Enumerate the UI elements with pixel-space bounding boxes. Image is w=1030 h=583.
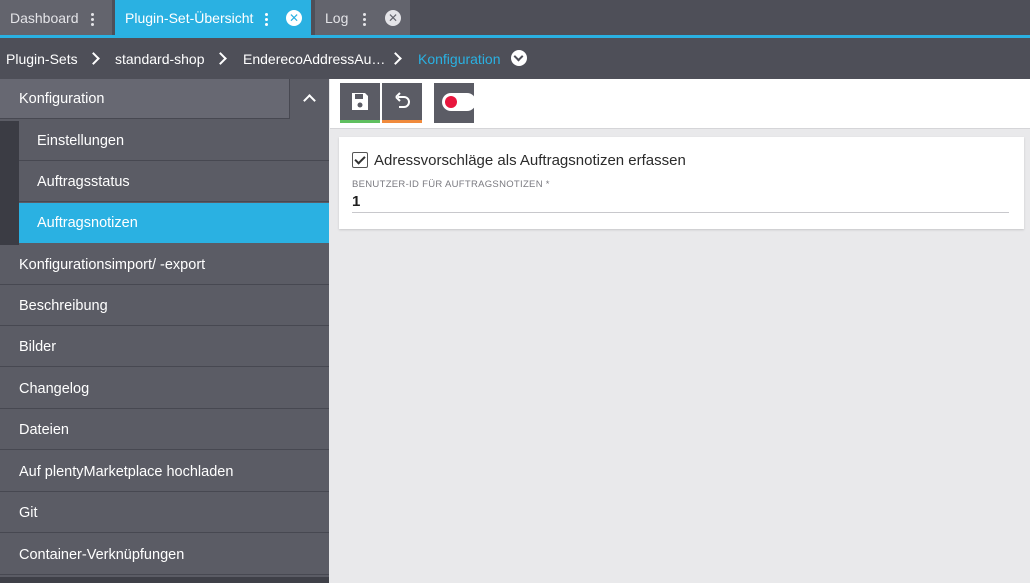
chevron-down-circle-icon[interactable]: [511, 50, 527, 66]
sidebar-item-label: Git: [19, 504, 38, 521]
breadcrumb-current[interactable]: Konfiguration: [418, 51, 501, 67]
more-vertical-icon[interactable]: [91, 13, 94, 28]
sidebar-item-label: Auf plentyMarketplace hochladen: [19, 463, 234, 480]
sidebar-item-label: Konfigurationsimport/ -export: [19, 256, 206, 273]
chevron-right-icon: [389, 52, 402, 65]
save-button[interactable]: [340, 83, 380, 123]
submenu-indent: [0, 121, 19, 245]
sidebar-item-konfigurationsimport[interactable]: Konfigurationsimport/ -export: [0, 245, 329, 285]
sidebar-item-konfiguration[interactable]: Konfiguration: [0, 79, 329, 119]
tab-label: Plugin-Set-Übersicht: [125, 9, 254, 26]
sidebar-item-auftragsnotizen[interactable]: Auftragsnotizen: [19, 203, 329, 243]
toggle-track: [442, 93, 476, 111]
more-vertical-icon[interactable]: [363, 13, 366, 28]
sidebar-item-label: Changelog: [19, 380, 90, 397]
tab-dashboard[interactable]: Dashboard: [0, 0, 112, 35]
sidebar-item-auftragsstatus[interactable]: Auftragsstatus: [19, 162, 329, 202]
sidebar-item-git[interactable]: Git: [0, 493, 329, 533]
sidebar: Konfiguration Einstellungen Auftragsstat…: [0, 79, 329, 583]
user-id-label: BENUTZER-ID FÜR AUFTRAGSNOTIZEN *: [352, 179, 550, 190]
sidebar-item-label: Bilder: [19, 338, 57, 355]
sidebar-item-beschreibung[interactable]: Beschreibung: [0, 286, 329, 326]
sidebar-item-label: Auftragsstatus: [37, 173, 130, 190]
sidebar-item-bilder[interactable]: Bilder: [0, 327, 329, 367]
breadcrumb-item[interactable]: Plugin-Sets: [6, 51, 78, 67]
user-id-input[interactable]: [352, 191, 1009, 213]
sidebar-item-label: Einstellungen: [37, 132, 125, 149]
sidebar-footer: [0, 577, 329, 583]
undo-icon: [395, 92, 410, 108]
toggle-knob: [445, 96, 457, 108]
chevron-right-icon: [87, 52, 100, 65]
sidebar-item-dateien[interactable]: Dateien: [0, 410, 329, 450]
floppy-disk-icon: [352, 93, 368, 110]
checkbox-label[interactable]: Adressvorschläge als Auftragsnotizen erf…: [374, 152, 686, 169]
tab-plugin-set-overview[interactable]: Plugin-Set-Übersicht ✕: [115, 0, 311, 35]
settings-card: Adressvorschläge als Auftragsnotizen erf…: [339, 137, 1024, 229]
sidebar-item-container-verknuepfungen[interactable]: Container-Verknüpfungen: [0, 535, 329, 575]
breadcrumb-item[interactable]: EnderecoAddressAu…: [243, 51, 385, 67]
tab-label: Log: [325, 9, 349, 26]
sidebar-item-label: Container-Verknüpfungen: [19, 546, 185, 563]
close-icon[interactable]: ✕: [385, 10, 401, 26]
order-notes-checkbox[interactable]: [352, 152, 368, 168]
chevron-right-icon: [214, 52, 227, 65]
breadcrumb: Plugin-Sets standard-shop EnderecoAddres…: [0, 38, 1030, 79]
sidebar-item-label: Dateien: [19, 421, 69, 438]
tab-label: Dashboard: [10, 9, 79, 26]
sidebar-item-label: Auftragsnotizen: [37, 214, 138, 231]
more-vertical-icon[interactable]: [265, 13, 268, 28]
tab-bar: Dashboard Plugin-Set-Übersicht ✕ Log ✕: [0, 0, 1030, 38]
tab-log[interactable]: Log ✕: [315, 0, 410, 35]
sidebar-item-einstellungen[interactable]: Einstellungen: [19, 121, 329, 161]
chevron-up-icon[interactable]: [289, 79, 329, 119]
toolbar: [330, 79, 1030, 129]
sidebar-item-label: Konfiguration: [19, 90, 105, 107]
active-toggle[interactable]: [434, 83, 476, 123]
sidebar-item-changelog[interactable]: Changelog: [0, 369, 329, 409]
close-icon[interactable]: ✕: [286, 10, 302, 26]
undo-button[interactable]: [382, 83, 422, 123]
sidebar-item-label: Beschreibung: [19, 297, 108, 314]
breadcrumb-item[interactable]: standard-shop: [115, 51, 205, 67]
sidebar-item-marketplace-upload[interactable]: Auf plentyMarketplace hochladen: [0, 452, 329, 492]
